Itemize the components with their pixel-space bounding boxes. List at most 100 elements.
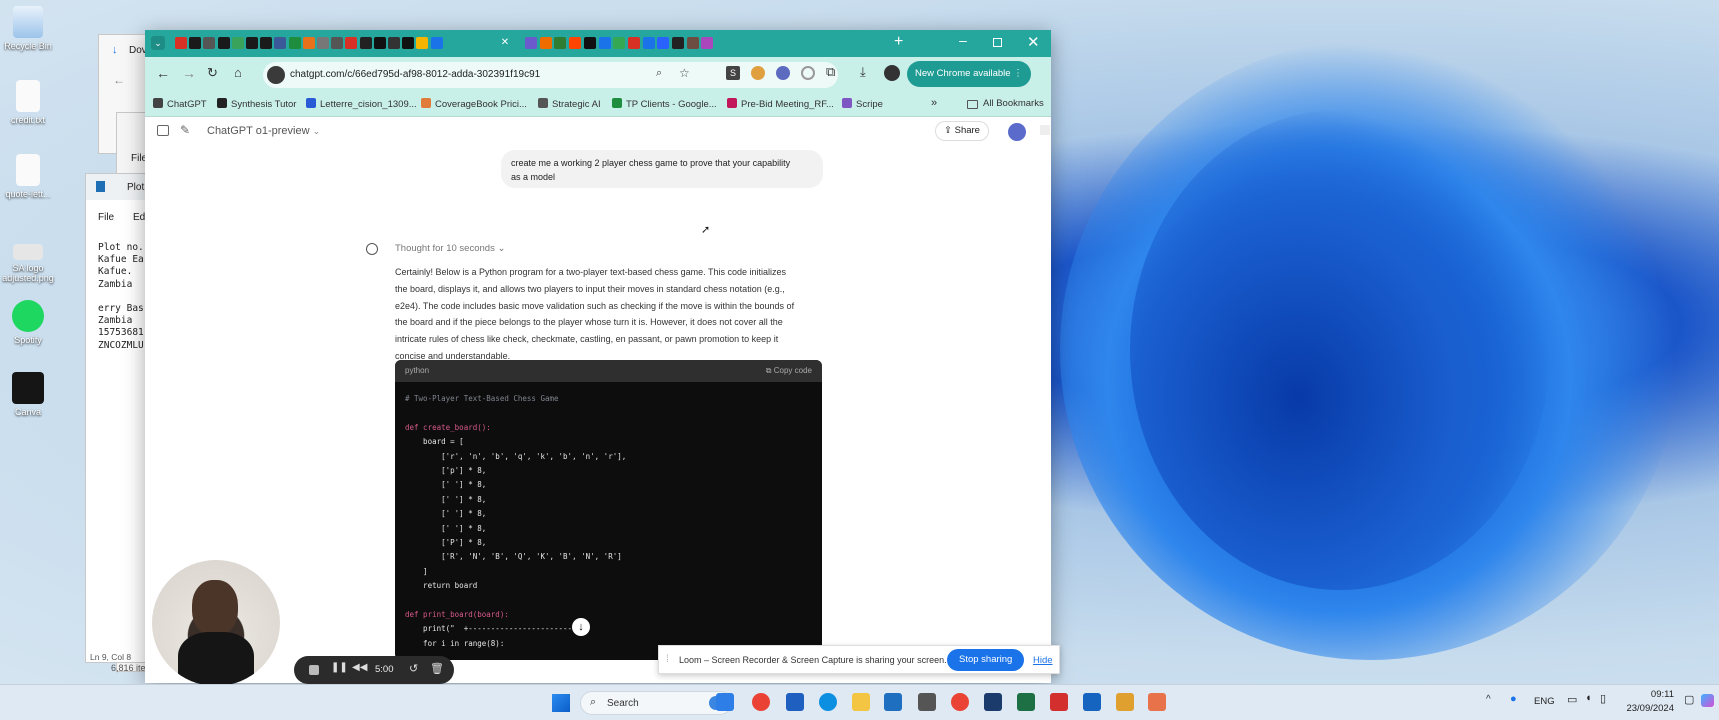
drag-handle-icon[interactable]: ⁞ — [666, 654, 669, 665]
desktop-icon-spotify[interactable]: Spotify — [0, 300, 58, 345]
desktop-icon-credit[interactable]: credit.txt — [0, 80, 58, 125]
excel-icon[interactable] — [1017, 693, 1035, 711]
stop-sharing-button[interactable]: Stop sharing — [947, 649, 1025, 671]
tab-favicon-icon[interactable] — [388, 37, 400, 49]
more-bookmarks-icon[interactable]: » — [931, 97, 937, 109]
bookmark-item[interactable]: TP Clients - Google... — [612, 98, 717, 110]
back-arrow-icon[interactable]: ← — [113, 73, 125, 87]
downloads-icon[interactable]: ⤓ — [860, 64, 866, 80]
tab-favicon-icon[interactable] — [373, 37, 386, 49]
user-avatar[interactable] — [1008, 123, 1026, 141]
home-icon[interactable]: ⌂ — [234, 65, 242, 80]
notepad-text-area[interactable]: Plot no. Kafue Ea Kafue. Zambia erry Bas Zamb… — [98, 242, 146, 352]
tab-favicon-icon[interactable] — [430, 37, 443, 49]
tab-strip[interactable]: ⌄ ✕ + – ✕ — [145, 30, 1051, 57]
tab-favicon-icon[interactable] — [598, 37, 611, 49]
bookmark-item[interactable]: Letterre_cision_1309... — [306, 98, 417, 110]
chrome-active-icon[interactable] — [951, 693, 969, 711]
tab-favicon-icon[interactable] — [613, 37, 626, 49]
bookmark-item[interactable]: Strategic AI — [538, 98, 601, 110]
tab-favicon-icon[interactable] — [331, 37, 344, 49]
notepad-menu-edit[interactable]: Ed — [133, 212, 145, 223]
edge-icon[interactable] — [819, 693, 837, 711]
active-tab-close-icon[interactable]: ✕ — [499, 37, 511, 49]
extension-timer-icon[interactable] — [801, 66, 815, 80]
tab-favicon-icon[interactable] — [175, 37, 187, 49]
tab-favicon-icon[interactable] — [274, 37, 287, 49]
notifications-icon[interactable]: ▢ — [1684, 693, 1694, 706]
extension-ai-icon[interactable] — [751, 66, 765, 80]
tab-favicon-icon[interactable] — [246, 37, 258, 49]
language-indicator[interactable]: ENG — [1534, 696, 1555, 707]
tab-favicon-icon[interactable] — [189, 37, 202, 49]
acrobat-icon[interactable] — [1050, 693, 1068, 711]
extension-badge-icon[interactable] — [776, 66, 790, 80]
maximize-button[interactable] — [993, 38, 1002, 47]
new-chat-icon[interactable]: ✎ — [180, 123, 190, 137]
wacom-icon[interactable] — [984, 693, 1002, 711]
desktop-icon-quote[interactable]: quote-lett... — [0, 154, 58, 199]
tab-favicon-icon[interactable] — [686, 37, 699, 49]
microsoft-store-icon[interactable] — [884, 693, 902, 711]
url-text[interactable]: chatgpt.com/c/66ed795d-af98-8012-adda-30… — [290, 69, 540, 80]
tab-favicon-icon[interactable] — [642, 37, 655, 49]
taskbar-search[interactable]: ⌕ Search — [580, 691, 732, 715]
network-icon[interactable]: ▭ — [1567, 693, 1577, 706]
tab-favicon-icon[interactable] — [402, 37, 415, 49]
hide-link[interactable]: Hide — [1033, 655, 1053, 666]
scroll-down-button[interactable]: ↓ — [572, 618, 590, 636]
delete-icon[interactable]: 🗑 — [430, 662, 444, 675]
zoom-icon[interactable]: ⌕ — [656, 67, 662, 80]
bookmark-item[interactable]: ChatGPT — [153, 98, 207, 110]
tab-favicon-icon[interactable] — [701, 37, 714, 49]
new-chrome-available-button[interactable]: New Chrome available ⋮ — [907, 61, 1031, 87]
extensions-puzzle-icon[interactable]: ⧉ — [826, 64, 835, 80]
tab-favicon-icon[interactable] — [525, 37, 537, 49]
desktop-icon-recycle-bin[interactable]: Recycle Bin — [0, 6, 58, 51]
desktop-icon-sa-logo[interactable]: SA logo adjusted.png — [0, 244, 58, 283]
back-icon[interactable]: ← — [156, 65, 170, 81]
tab-favicon-icon[interactable] — [672, 37, 684, 49]
forward-icon[interactable]: → — [182, 65, 196, 81]
new-tab-button[interactable]: + — [894, 33, 903, 51]
all-bookmarks[interactable]: All Bookmarks — [983, 98, 1044, 109]
minimize-button[interactable]: – — [959, 32, 967, 48]
tab-favicon-icon[interactable] — [288, 37, 301, 49]
bookmark-item[interactable]: CoverageBook Prici... — [421, 98, 527, 110]
outlook-icon[interactable] — [1083, 693, 1101, 711]
pause-icon[interactable]: ❚❚ — [331, 662, 348, 673]
pen-icon[interactable] — [1116, 693, 1134, 711]
sidebar-toggle-icon[interactable] — [157, 125, 169, 136]
tab-favicon-icon[interactable] — [317, 37, 329, 49]
tab-favicon-icon[interactable] — [260, 37, 273, 49]
copy-code-button[interactable]: ⧉ Copy code — [766, 366, 812, 376]
notepad-menu-file[interactable]: File — [98, 212, 114, 223]
tab-search-icon[interactable]: ⌄ — [151, 36, 165, 50]
tab-favicon-icon[interactable] — [416, 37, 429, 49]
bookmark-item[interactable]: Scripe — [842, 98, 883, 110]
tab-favicon-icon[interactable] — [217, 37, 230, 49]
bookmark-star-icon[interactable]: ☆ — [679, 66, 690, 80]
tab-favicon-icon[interactable] — [657, 37, 670, 49]
chrome-icon[interactable] — [752, 693, 770, 711]
profile-avatar[interactable] — [884, 65, 900, 81]
battery-icon[interactable]: ▯ — [1600, 692, 1606, 705]
clock-time[interactable]: 09:11 — [1620, 689, 1674, 700]
rewind-icon[interactable]: ◀◀ — [352, 662, 367, 673]
clock-date[interactable]: 23/09/2024 — [1608, 703, 1674, 714]
tray-chevron-icon[interactable]: ^ — [1486, 694, 1491, 705]
desktop-icon-canva[interactable]: Canva — [0, 372, 58, 417]
scrollbar[interactable] — [1040, 125, 1050, 135]
tab-favicon-icon[interactable] — [359, 37, 372, 49]
site-info-icon[interactable] — [267, 66, 285, 84]
tab-favicon-icon[interactable] — [203, 37, 216, 49]
edge-copilot-icon[interactable] — [716, 693, 734, 711]
webcam-bubble[interactable] — [152, 560, 280, 686]
microphone-icon[interactable]: ● — [1510, 693, 1517, 705]
share-button[interactable]: ⇪ Share — [935, 121, 989, 141]
tab-favicon-icon[interactable] — [554, 37, 567, 49]
extension-s-icon[interactable]: S — [726, 66, 740, 80]
thought-toggle[interactable]: Thought for 10 seconds ⌄ — [395, 243, 505, 254]
reload-icon[interactable]: ↻ — [207, 65, 218, 81]
tab-favicon-icon[interactable] — [302, 37, 315, 49]
